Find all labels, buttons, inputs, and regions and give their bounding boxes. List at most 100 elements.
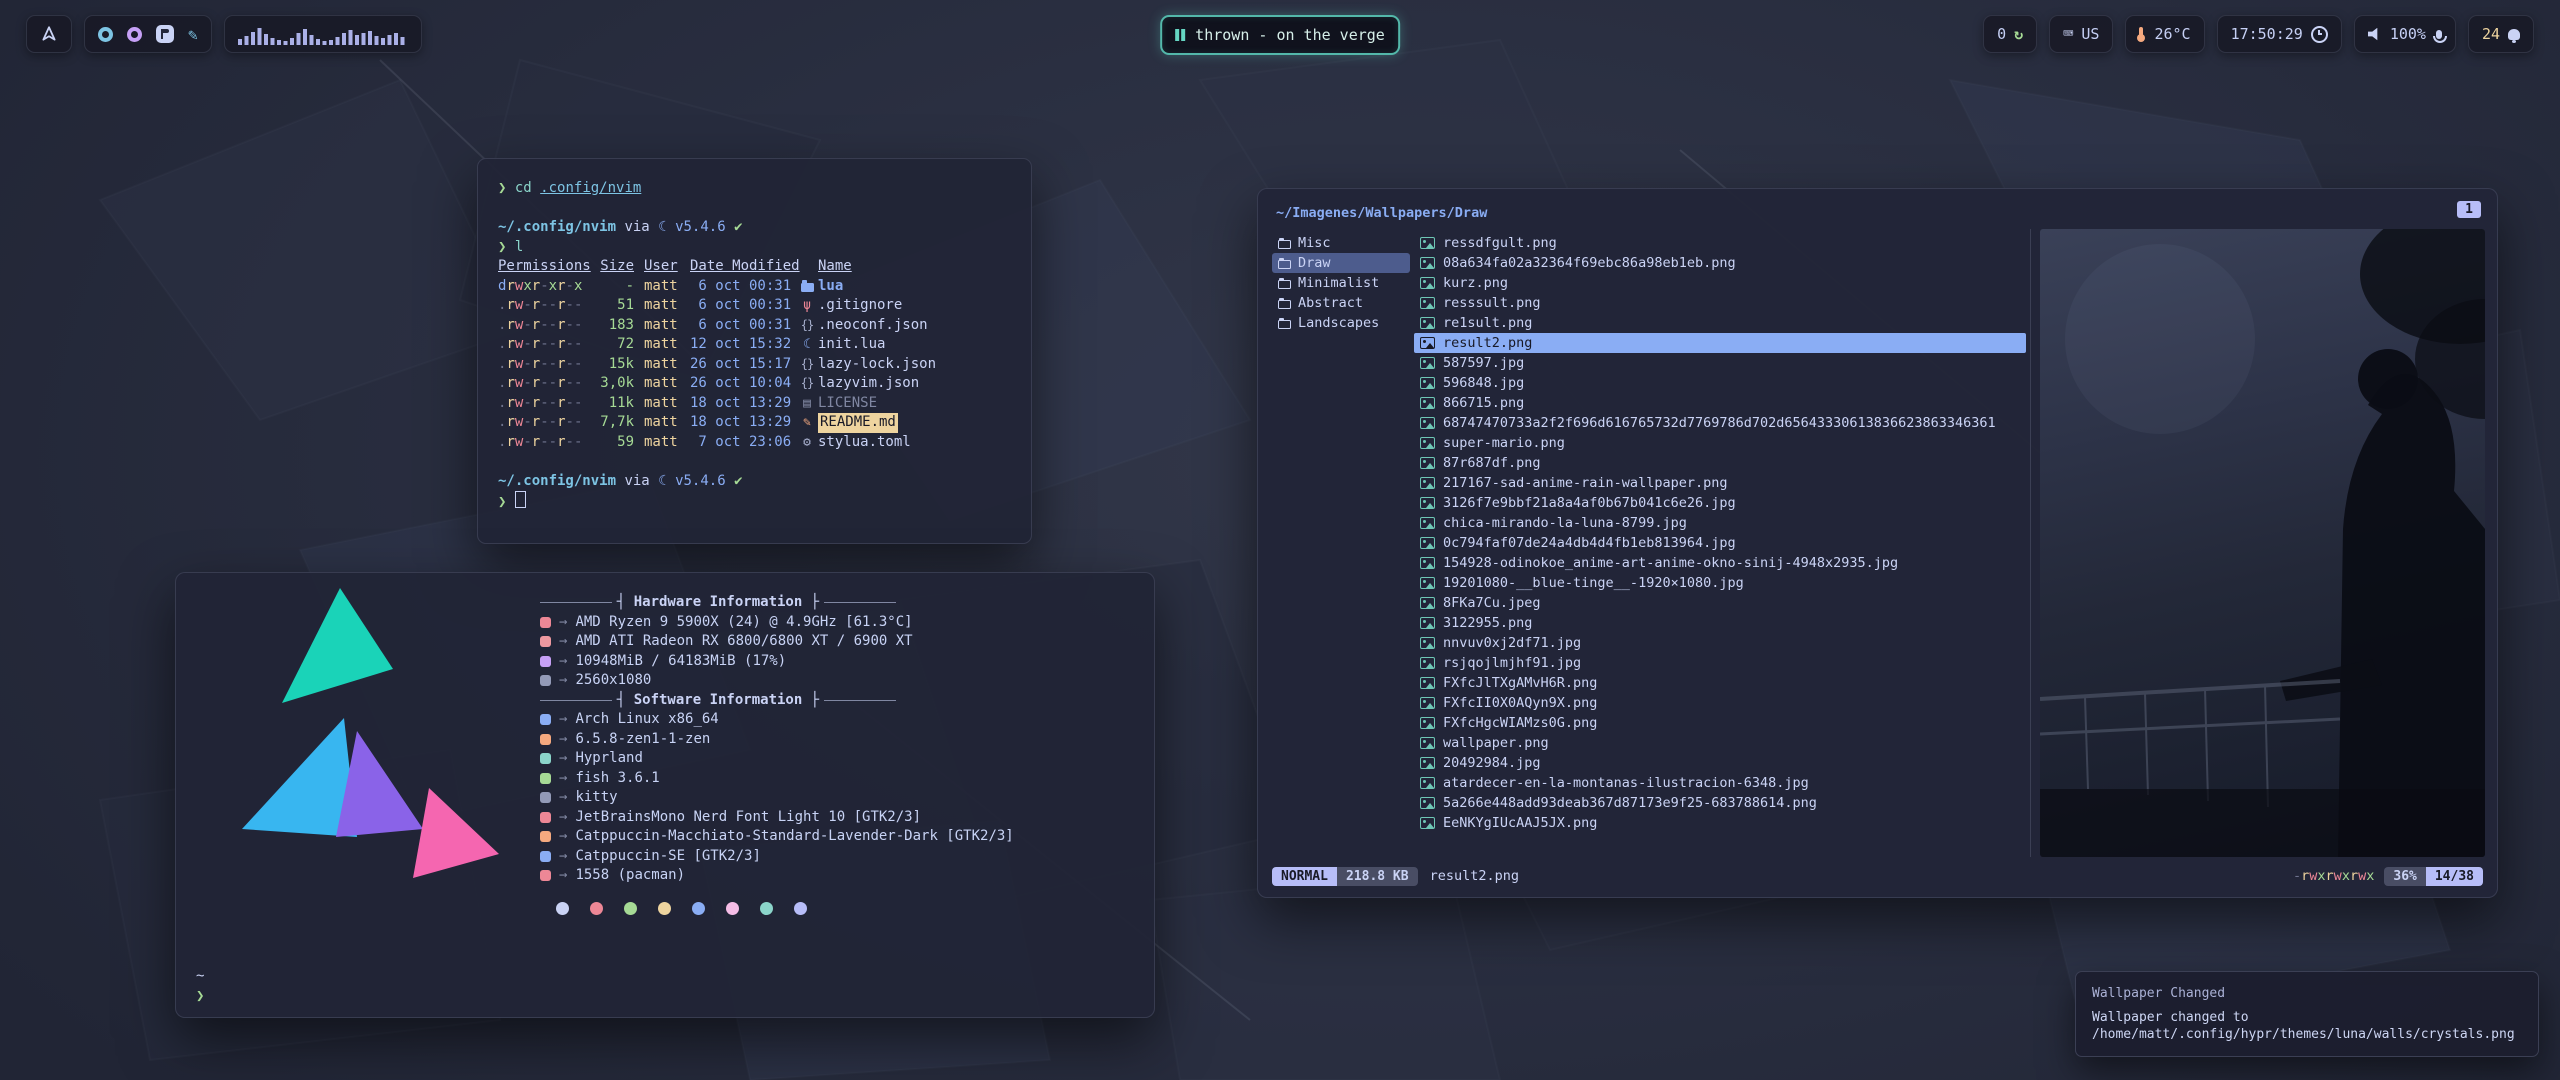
- file-name: wallpaper.png: [1443, 735, 1549, 751]
- file-name: super-mario.png: [1443, 435, 1565, 451]
- image-file-icon: [1420, 737, 1435, 749]
- file-list-item[interactable]: atardecer-en-la-montanas-ilustracion-634…: [1414, 773, 2026, 793]
- tab-badge[interactable]: 1: [2457, 201, 2481, 218]
- arrow-icon: →: [559, 749, 567, 769]
- image-file-icon: [1420, 777, 1435, 789]
- temperature-pill[interactable]: 26°C: [2125, 15, 2204, 53]
- folder-icon: [1278, 300, 1291, 309]
- file-list-item[interactable]: 3122955.png: [1414, 613, 2026, 633]
- info-value: Hyprland: [575, 749, 642, 769]
- info-value: AMD Ryzen 9 5900X (24) @ 4.9GHz [61.3°C]: [575, 613, 912, 633]
- prompt-path: ~: [196, 967, 204, 987]
- file-owner: matt: [634, 394, 690, 414]
- permissions: .rw-r--r--: [498, 316, 594, 336]
- image-file-icon: [1420, 237, 1435, 249]
- file-manager-window[interactable]: ~/Imagenes/Wallpapers/Draw 1 Misc Draw M…: [1257, 188, 2498, 898]
- sidebar-directory-item[interactable]: Misc: [1272, 233, 1410, 253]
- notification-toast[interactable]: Wallpaper Changed Wallpaper changed to /…: [2075, 971, 2539, 1057]
- distro-logo: [186, 581, 526, 898]
- keyboard-layout-pill[interactable]: ⌨ US: [2049, 15, 2113, 53]
- info-row: →6.5.8-zen1-1-zen: [540, 730, 1140, 750]
- file-list-item[interactable]: 217167-sad-anime-rain-wallpaper.png: [1414, 473, 2026, 493]
- file-owner: matt: [634, 277, 690, 297]
- fetch-terminal-window[interactable]: ┤ Hardware Information ├ →AMD Ryzen 9 59…: [175, 572, 1155, 1018]
- workspace-button[interactable]: [188, 25, 198, 44]
- file-list-item[interactable]: FXfcHgcWIAMzs0G.png: [1414, 713, 2026, 733]
- file-list-item[interactable]: 20492984.jpg: [1414, 753, 2026, 773]
- file-list-item[interactable]: 596848.jpg: [1414, 373, 2026, 393]
- file-list-item[interactable]: 5a266e448add93deab367d87173e9f25-6837886…: [1414, 793, 2026, 813]
- notifications-pill[interactable]: 24: [2468, 15, 2534, 53]
- terminal-window[interactable]: ❯ cd .config/nvim ~/.config/nvim via ☾ v…: [477, 158, 1032, 544]
- file-list-item[interactable]: 87r687df.png: [1414, 453, 2026, 473]
- file-list-item[interactable]: 08a634fa02a32364f69ebc86a98eb1eb.png: [1414, 253, 2026, 273]
- sidebar-directory-item[interactable]: Draw: [1272, 253, 1410, 273]
- file-list-item[interactable]: 866715.png: [1414, 393, 2026, 413]
- file-list-item[interactable]: chica-mirando-la-luna-8799.jpg: [1414, 513, 2026, 533]
- software-icon: [540, 734, 551, 745]
- thermometer-icon: [2139, 27, 2143, 38]
- blank-line: [498, 452, 1011, 472]
- file-list-item[interactable]: resssult.png: [1414, 293, 2026, 313]
- file-date: 18 oct 13:29: [690, 413, 796, 433]
- terminal-color-palette: [556, 902, 1140, 915]
- file-list-item[interactable]: rsjqojlmjhf91.jpg: [1414, 653, 2026, 673]
- workspace-button[interactable]: [156, 25, 174, 43]
- media-pill[interactable]: thrown - on the verge: [1160, 15, 1400, 55]
- file-list-item[interactable]: 19201080-__blue-tinge__-1920×1080.jpg: [1414, 573, 2026, 593]
- software-icon: [540, 812, 551, 823]
- file-name: 8FKa7Cu.jpeg: [1443, 595, 1541, 611]
- file-list-item[interactable]: 8FKa7Cu.jpeg: [1414, 593, 2026, 613]
- palette-dot: [556, 902, 569, 915]
- file-type-icon: [801, 283, 814, 292]
- palette-dot: [658, 902, 671, 915]
- file-list-item[interactable]: FXfcJlTXgAMvH6R.png: [1414, 673, 2026, 693]
- folder-icon: [1278, 280, 1291, 289]
- fetch-info: ┤ Hardware Information ├ →AMD Ryzen 9 59…: [540, 593, 1140, 915]
- prompt-line: ❯ cd .config/nvim: [498, 179, 1011, 199]
- permissions: .rw-r--r--: [498, 394, 594, 414]
- workspace-button[interactable]: [127, 27, 142, 42]
- blank-line: [498, 199, 1011, 219]
- arrow-icon: →: [559, 671, 567, 691]
- file-list-item[interactable]: ressdfgult.png: [1414, 233, 2026, 253]
- arrow-icon: →: [559, 652, 567, 672]
- visualizer-pill[interactable]: [224, 15, 422, 53]
- file-list-item[interactable]: 68747470733a2f2f696d616765732d7769786d70…: [1414, 413, 2026, 433]
- file-owner: matt: [634, 316, 690, 336]
- image-file-icon: [1420, 637, 1435, 649]
- file-type-icon: [803, 394, 811, 414]
- file-list-item[interactable]: result2.png: [1414, 333, 2026, 353]
- file-list-item[interactable]: 154928-odinokoe_anime-art-anime-okno-sin…: [1414, 553, 2026, 573]
- file-list-item[interactable]: 587597.jpg: [1414, 353, 2026, 373]
- palette-dot: [692, 902, 705, 915]
- sidebar-directory-item[interactable]: Abstract: [1272, 293, 1410, 313]
- workspace-button[interactable]: [98, 27, 113, 42]
- sidebar-directory-item[interactable]: Minimalist: [1272, 273, 1410, 293]
- arrow-icon: →: [559, 847, 567, 867]
- file-size: 72: [594, 335, 634, 355]
- file-list-item[interactable]: 0c794faf07de24a4db4d4fb1eb813964.jpg: [1414, 533, 2026, 553]
- status-bar: NORMAL 218.8 KB result2.png -rwxrwxrwx 3…: [1272, 864, 2483, 888]
- file-type-icon: [803, 335, 811, 355]
- image-file-icon: [1420, 317, 1435, 329]
- workspaces: [98, 25, 198, 44]
- file-list-item[interactable]: wallpaper.png: [1414, 733, 2026, 753]
- file-list-item[interactable]: 3126f7e9bbf21a8a4af0b67b041c6e26.jpg: [1414, 493, 2026, 513]
- volume-pill[interactable]: 100%: [2354, 15, 2456, 53]
- clock-pill[interactable]: 17:50:29: [2217, 15, 2342, 53]
- sidebar-directory-item[interactable]: Landscapes: [1272, 313, 1410, 333]
- file-list-item[interactable]: kurz.png: [1414, 273, 2026, 293]
- file-list-item[interactable]: re1sult.png: [1414, 313, 2026, 333]
- launcher-button[interactable]: [26, 15, 72, 53]
- updates-pill[interactable]: 0 ↻: [1983, 15, 2037, 53]
- directory-name: Misc: [1298, 235, 1331, 251]
- file-list-item[interactable]: FXfcII0X0AQyn9X.png: [1414, 693, 2026, 713]
- volume-value: 100%: [2390, 25, 2426, 43]
- file-list-item[interactable]: super-mario.png: [1414, 433, 2026, 453]
- file-list-item[interactable]: nnvuv0xj2df71.jpg: [1414, 633, 2026, 653]
- file-size: 7,7k: [594, 413, 634, 433]
- file-size-badge: 218.8 KB: [1337, 867, 1418, 886]
- file-list-item[interactable]: EeNKYgIUcAAJ5JX.png: [1414, 813, 2026, 833]
- check-icon: ✔: [734, 473, 742, 489]
